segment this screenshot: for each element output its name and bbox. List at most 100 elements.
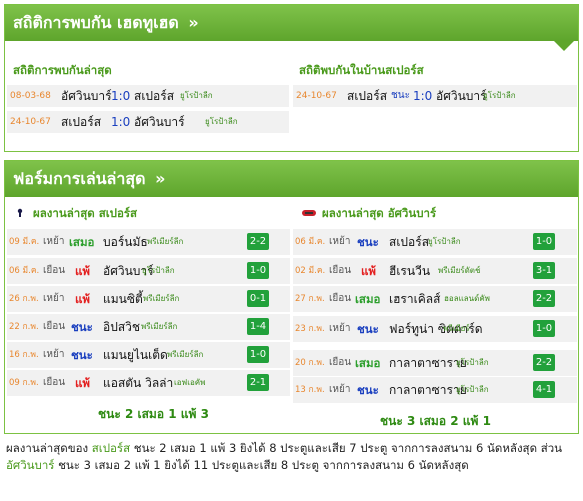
h2h-title: สถิติการพบกัน เฮดทูเฮด [13, 13, 179, 32]
header-notch [554, 41, 574, 51]
footer-team-link[interactable]: สเปอร์ส [92, 441, 130, 455]
spurs-form-heading: ผลงานล่าสุด สเปอร์ส [33, 206, 138, 220]
form-footer-text: ผลงานล่าสุดของ สเปอร์ส ชนะ 2 เสมอ 1 แพ้ … [6, 440, 578, 474]
competition: ยูโรป้าลีก [205, 117, 238, 126]
h2h-row[interactable]: 24-10-67 สเปอร์ส 1:0 อัศวินบาร์ ยูโรป้าล… [7, 111, 289, 133]
competition: ฮอลแลนด์คัพ [444, 294, 490, 303]
form-row[interactable]: 02 มี.ค. เยือน แพ้ ฮีเรนวีน พรีเมียร์ดัตช์ 3-… [293, 258, 577, 284]
competition: ยูโรป้าลีก [483, 91, 516, 100]
match-venue: เหย้า [329, 323, 351, 334]
score-badge: 0-1 [247, 290, 269, 307]
form-panel: ฟอร์มการเล่นล่าสุด » ผลงานล่าสุด สเปอร์ส… [4, 160, 579, 434]
match-venue: เยือน [329, 265, 352, 276]
match-date: 27 ก.พ. [295, 294, 325, 304]
match-result: ชนะ [357, 383, 379, 397]
match-date: 22 ก.พ. [9, 322, 39, 332]
h2h-right-heading: สถิติพบกันในบ้านสเปอร์ส [299, 63, 424, 77]
home-team: สเปอร์ส [61, 115, 102, 129]
match-result: แพ้ [361, 264, 376, 278]
match-venue: เหย้า [329, 236, 351, 247]
competition: พรีเมียร์ลีก [147, 237, 184, 246]
match-date: 13 ก.พ. [295, 385, 325, 395]
score-badge: 1-0 [533, 233, 555, 250]
match-date: 20 ก.พ. [295, 358, 325, 368]
match-result: เสมอ [69, 235, 95, 249]
footer-text: ชนะ 3 เสมอ 2 แพ้ 1 ยิงได้ 11 ประตูและเสี… [54, 458, 469, 472]
form-row[interactable]: 26 ก.พ. เหย้า แพ้ แมนซิตี้ พรีเมียร์ลีก 0-1 [7, 286, 290, 312]
competition: พรีเมียร์ลีก [143, 294, 180, 303]
form-row[interactable]: 22 ก.พ. เยือน ชนะ อิปสวิช พรีเมียร์ลีก 1-4 [7, 314, 290, 340]
match-venue: เยือน [43, 321, 66, 332]
match-venue: เหย้า [43, 236, 65, 247]
form-row[interactable]: 16 ก.พ. เหย้า ชนะ แมนยูไนเต็ด พรีเมียร์ลีก 1-… [7, 342, 290, 368]
match-date: 24-10-67 [296, 91, 337, 101]
away-team: สเปอร์ส [134, 89, 175, 103]
competition: พรีเมียร์ลีก [141, 322, 178, 331]
opponent-team: ฮีเรนวีน [389, 264, 431, 278]
spurs-form-summary: ชนะ 2 เสมอ 1 แพ้ 3 [98, 407, 209, 421]
form-header[interactable]: ฟอร์มการเล่นล่าสุด » [5, 161, 578, 197]
form-row[interactable]: 20 ก.พ. เยือน เสมอ กาลาตาซาราย ยูโรป้าลีก 2-2 [293, 350, 577, 376]
chevron-right-icon: » [155, 169, 166, 188]
match-date: 08-03-68 [10, 91, 51, 101]
az-crest-icon [302, 210, 316, 216]
form-row[interactable]: 06 มี.ค. เยือน แพ้ อัศวินบาร์ ยูโรป้าลีก 1-0 [7, 258, 290, 284]
match-result: ชนะ [71, 320, 93, 334]
form-row[interactable]: 23 ก.พ. เหย้า ชนะ ฟอร์ทูน่า ซิตตาร์ด พรีเมีย… [293, 316, 577, 342]
form-row[interactable]: 06 มี.ค. เหย้า ชนะ สเปอร์ส ยูโรป้าลีก 1-0 [293, 229, 577, 255]
h2h-row[interactable]: 08-03-68 อัศวินบาร์ 1:0 สเปอร์ส ยูโรป้าล… [7, 85, 289, 107]
match-venue: เหย้า [43, 293, 65, 304]
match-date: 24-10-67 [10, 117, 51, 127]
form-row[interactable]: 09 มี.ค. เหย้า เสมอ บอร์นมัธ พรีเมียร์ลีก 2-2 [7, 229, 290, 255]
match-date: 16 ก.พ. [9, 350, 39, 360]
match-date: 09 มี.ค. [9, 237, 40, 247]
match-venue: เยือน [329, 293, 352, 304]
score-badge: 2-2 [533, 354, 555, 371]
h2h-header[interactable]: สถิติการพบกัน เฮดทูเฮด » [5, 5, 578, 41]
form-row[interactable]: 13 ก.พ. เหย้า ชนะ กาลาตาซาราย ยูโรป้าลีก 4-1 [293, 377, 577, 403]
match-date: 06 มี.ค. [9, 266, 40, 276]
opponent-team: อิปสวิช [103, 320, 141, 334]
match-score: 1:0 [111, 115, 131, 129]
score-badge: 2-1 [247, 374, 269, 391]
match-score: 1:0 [111, 89, 131, 103]
match-result: แพ้ [75, 264, 90, 278]
opponent-team: แมนซิตี้ [103, 292, 143, 306]
competition: ยูโรป้าลีก [142, 266, 175, 275]
match-date: 06 มี.ค. [295, 237, 326, 247]
match-result: ชนะ [391, 90, 410, 101]
match-venue: เยือน [43, 265, 66, 276]
spurs-crest-icon [17, 208, 23, 217]
match-date: 26 ก.พ. [9, 294, 39, 304]
chevron-right-icon: » [188, 13, 199, 32]
home-team: อัศวินบาร์ [61, 89, 112, 103]
match-venue: เหย้า [329, 384, 351, 395]
footer-text: ผลงานล่าสุดของ [6, 441, 92, 455]
footer-team-link[interactable]: อัศวินบาร์ [6, 458, 54, 472]
home-team: สเปอร์ส [347, 89, 388, 103]
az-form-summary: ชนะ 3 เสมอ 2 แพ้ 1 [380, 414, 491, 428]
h2h-left-heading: สถิติการพบกันล่าสุด [13, 63, 112, 77]
match-date: 23 ก.พ. [295, 324, 325, 334]
form-row[interactable]: 27 ก.พ. เยือน เสมอ เฮราเคิลส์ ฮอลแลนด์คัพ 2-2 [293, 286, 577, 312]
competition: พรีเมียร์ลีก [167, 350, 204, 359]
competition: พรีเมียร์ [443, 324, 470, 333]
score-badge: 1-0 [533, 320, 555, 337]
match-venue: เหย้า [43, 349, 65, 360]
competition: ยูโรป้าลีก [428, 237, 461, 246]
h2h-row[interactable]: 24-10-67 สเปอร์ส ชนะ 1:0 อัศวินบาร์ ยูโร… [293, 85, 577, 107]
opponent-team: แอสตัน วิลล่า [103, 376, 174, 390]
competition: ยูโรป้าลีก [456, 358, 489, 367]
away-team: อัศวินบาร์ [436, 89, 487, 103]
score-badge: 2-2 [247, 233, 269, 250]
match-venue: เยือน [43, 377, 66, 388]
h2h-panel: สถิติการพบกัน เฮดทูเฮด » สถิติการพบกันล่… [4, 4, 579, 152]
footer-text: ชนะ 2 เสมอ 1 แพ้ 3 ยิงได้ 8 ประตูและเสีย… [130, 441, 563, 455]
match-date: 02 มี.ค. [295, 266, 326, 276]
form-row[interactable]: 09 ก.พ. เยือน แพ้ แอสตัน วิลล่า เอฟเอคัพ 2-1 [7, 370, 290, 396]
competition: เอฟเอคัพ [174, 378, 206, 387]
score-badge: 3-1 [533, 262, 555, 279]
match-result: ชนะ [357, 235, 379, 249]
match-result: เสมอ [355, 292, 381, 306]
score-badge: 1-0 [247, 346, 269, 363]
